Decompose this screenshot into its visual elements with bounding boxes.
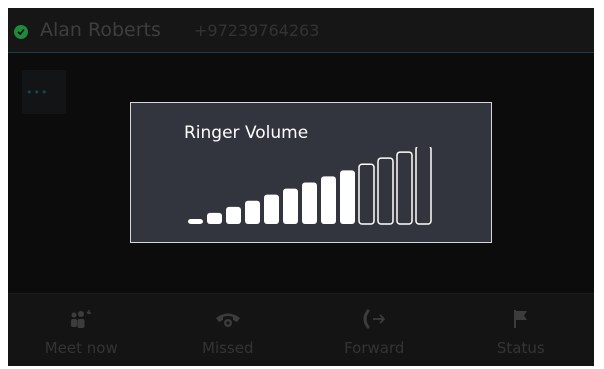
volume-bar-filled[interactable] [340, 170, 355, 224]
volume-bar-empty[interactable] [415, 147, 432, 225]
volume-bar-empty[interactable] [377, 157, 394, 225]
volume-bar-empty[interactable] [396, 151, 413, 225]
forward-label: Forward [344, 339, 405, 357]
status-label: Status [496, 339, 545, 357]
volume-bar-filled[interactable] [283, 188, 298, 224]
missed-call-icon [214, 309, 242, 329]
volume-bar-filled[interactable] [264, 194, 279, 224]
phone-screen: Alan Roberts +97239764263 ••• Meet now M… [8, 8, 594, 366]
volume-bar-filled[interactable] [207, 212, 222, 224]
available-check-icon [14, 25, 28, 39]
ringer-volume-dialog: Ringer Volume [130, 102, 492, 243]
meet-now-label: Meet now [44, 339, 118, 357]
meet-now-icon [69, 309, 93, 329]
volume-bar-empty[interactable] [358, 163, 375, 225]
volume-bar-filled[interactable] [321, 176, 336, 224]
meet-now-button[interactable]: Meet now [8, 294, 155, 366]
contact-number: +97239764263 [194, 21, 320, 40]
missed-button[interactable]: Missed [155, 294, 302, 366]
dialog-title: Ringer Volume [184, 123, 309, 143]
volume-bar-filled[interactable] [302, 182, 317, 225]
status-button[interactable]: Status [448, 294, 595, 366]
contact-name: Alan Roberts [40, 19, 161, 41]
more-dots-icon[interactable]: ••• [26, 86, 48, 99]
volume-bar-filled[interactable] [245, 200, 260, 224]
volume-bar-filled[interactable] [226, 206, 241, 224]
volume-bar-filled[interactable] [188, 219, 203, 224]
softkey-bar: Meet now Missed Forward Status [8, 293, 594, 366]
forward-call-icon [360, 309, 388, 329]
status-flag-icon [511, 309, 531, 329]
volume-meter[interactable] [186, 147, 436, 227]
call-header: Alan Roberts +97239764263 [8, 8, 594, 53]
forward-button[interactable]: Forward [301, 294, 448, 366]
active-call-tile[interactable]: ••• [22, 70, 66, 114]
missed-label: Missed [202, 339, 254, 357]
